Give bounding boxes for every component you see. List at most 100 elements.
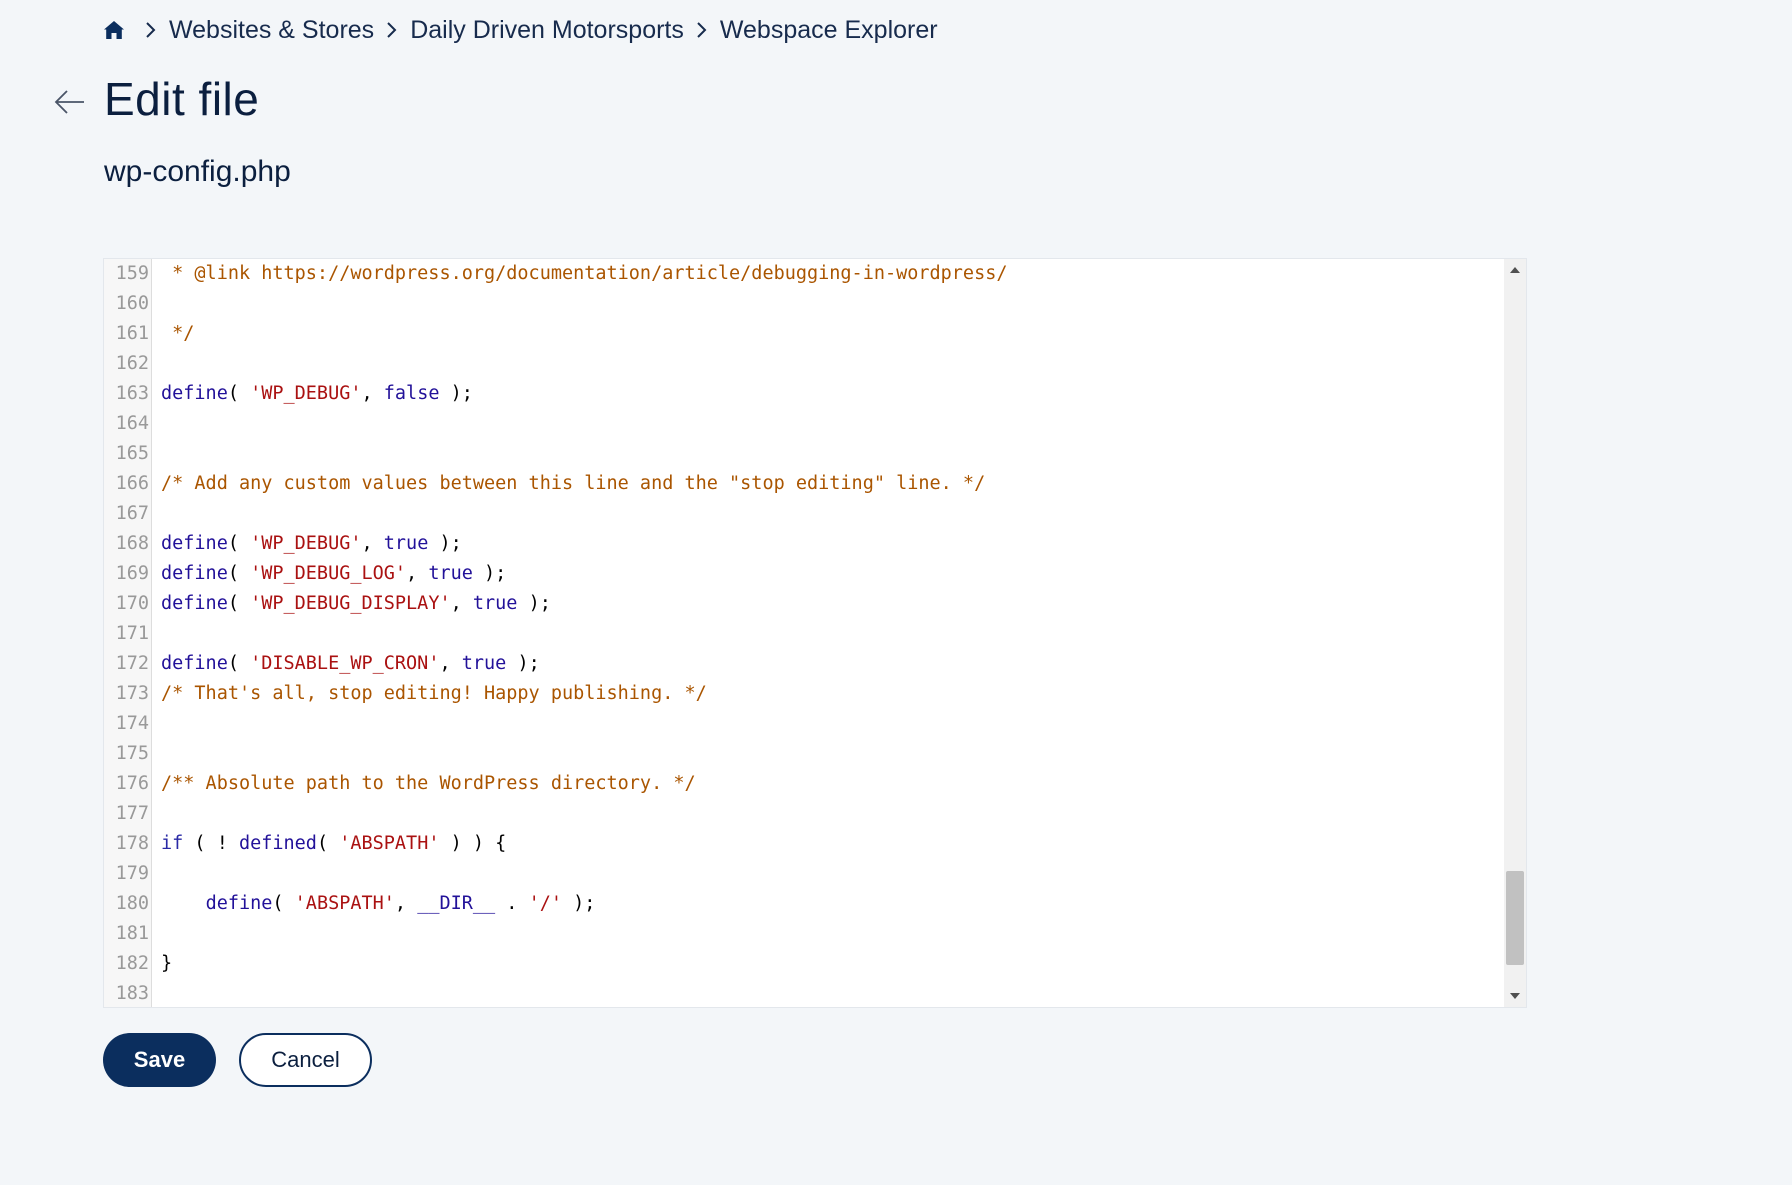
code-line[interactable]: 175: [104, 739, 1504, 769]
code-token: );: [562, 893, 596, 914]
code-token: /* Add any custom values between this li…: [161, 473, 986, 494]
code-text: * @link https://wordpress.org/documentat…: [156, 259, 1007, 289]
line-number: 168: [115, 533, 149, 554]
code-text: */: [156, 319, 194, 349]
code-line[interactable]: 165: [104, 439, 1504, 469]
save-button[interactable]: Save: [103, 1033, 216, 1087]
line-number: 170: [115, 593, 149, 614]
line-number: 167: [115, 503, 149, 524]
code-line[interactable]: 161 */: [104, 319, 1504, 349]
line-number: 166: [115, 473, 149, 494]
code-token: ( !: [183, 833, 239, 854]
code-text: define( 'WP_DEBUG', true );: [156, 529, 462, 559]
code-token: 'ABSPATH': [339, 833, 440, 854]
code-line[interactable]: 167: [104, 499, 1504, 529]
code-text: define( 'WP_DEBUG_LOG', true );: [156, 559, 506, 589]
triangle-up-icon[interactable]: [1504, 259, 1526, 281]
code-text: /* Add any custom values between this li…: [156, 469, 985, 499]
code-line[interactable]: 168 define( 'WP_DEBUG', true );: [104, 529, 1504, 559]
code-editor[interactable]: 159 * @link https://wordpress.org/docume…: [103, 258, 1527, 1008]
scrollbar-thumb[interactable]: [1506, 871, 1524, 965]
code-token: true: [383, 533, 429, 554]
line-number: 178: [115, 833, 149, 854]
code-text: define( 'WP_DEBUG_DISPLAY', true );: [156, 589, 551, 619]
code-token: define: [161, 533, 228, 554]
line-number: 176: [115, 773, 149, 794]
code-token: 'WP_DEBUG_LOG': [250, 563, 407, 584]
code-token: (: [227, 593, 251, 614]
code-lines[interactable]: 159 * @link https://wordpress.org/docume…: [104, 259, 1504, 1007]
triangle-down-icon[interactable]: [1504, 985, 1526, 1007]
code-text: /* That's all, stop editing! Happy publi…: [156, 679, 707, 709]
cancel-button[interactable]: Cancel: [239, 1033, 372, 1087]
code-line[interactable]: 176 /** Absolute path to the WordPress di…: [104, 769, 1504, 799]
breadcrumb-item-webspace-explorer[interactable]: Webspace Explorer: [720, 16, 938, 45]
code-text: if ( ! defined( 'ABSPATH' ) ) {: [156, 829, 506, 859]
breadcrumb: Websites & Stores Daily Driven Motorspor…: [101, 14, 938, 46]
code-token: if: [161, 833, 184, 854]
code-token: (: [227, 653, 251, 674]
code-token: 'WP_DEBUG': [250, 383, 362, 404]
code-line[interactable]: 177: [104, 799, 1504, 829]
code-line[interactable]: 166 /* Add any custom values between this…: [104, 469, 1504, 499]
code-token: ,: [439, 653, 462, 674]
code-line[interactable]: 174: [104, 709, 1504, 739]
code-token: ,: [450, 593, 473, 614]
code-token: );: [439, 383, 473, 404]
line-number: 163: [115, 383, 149, 404]
code-text: /** Absolute path to the WordPress direc…: [156, 769, 696, 799]
chevron-right-icon: [688, 16, 716, 44]
code-token: .: [495, 893, 529, 914]
code-token: );: [428, 533, 462, 554]
code-token: define: [161, 383, 228, 404]
code-token: */: [161, 323, 195, 344]
code-line[interactable]: 181: [104, 919, 1504, 949]
code-line[interactable]: 178 if ( ! defined( 'ABSPATH' ) ) {: [104, 829, 1504, 859]
code-text: }: [156, 949, 172, 979]
line-number: 173: [115, 683, 149, 704]
code-line[interactable]: 163 define( 'WP_DEBUG', false );: [104, 379, 1504, 409]
code-token: * @link https://wordpress.org/documentat…: [161, 263, 1008, 284]
breadcrumb-item-site[interactable]: Daily Driven Motorsports: [410, 16, 684, 45]
code-line[interactable]: 171: [104, 619, 1504, 649]
home-icon[interactable]: [101, 17, 127, 43]
code-line[interactable]: 182}: [104, 949, 1504, 979]
code-line[interactable]: 180 define( 'ABSPATH', __DIR__ . '/' );: [104, 889, 1504, 919]
arrow-left-icon[interactable]: [52, 84, 92, 120]
line-number: 179: [115, 863, 149, 884]
editor-scrollbar[interactable]: [1504, 259, 1526, 1007]
file-name: wp-config.php: [104, 155, 291, 188]
code-token: (: [227, 383, 251, 404]
code-token: );: [517, 593, 551, 614]
code-line[interactable]: 172 define( 'DISABLE_WP_CRON', true );: [104, 649, 1504, 679]
code-token: defined: [238, 833, 317, 854]
line-number: 174: [115, 713, 149, 734]
code-line[interactable]: 169 define( 'WP_DEBUG_LOG', true );: [104, 559, 1504, 589]
code-line[interactable]: 183: [104, 979, 1504, 1007]
code-line[interactable]: 164: [104, 409, 1504, 439]
code-line[interactable]: 170 define( 'WP_DEBUG_DISPLAY', true );: [104, 589, 1504, 619]
breadcrumb-item-websites-stores[interactable]: Websites & Stores: [169, 16, 374, 45]
code-line[interactable]: 173 /* That's all, stop editing! Happy pu…: [104, 679, 1504, 709]
code-token: true: [428, 563, 473, 584]
code-token: (: [316, 833, 340, 854]
code-token: ,: [361, 383, 384, 404]
code-token: true: [472, 593, 518, 614]
line-number: 169: [115, 563, 149, 584]
line-number: 182: [115, 953, 149, 974]
line-number: 181: [115, 923, 149, 944]
code-line[interactable]: 179: [104, 859, 1504, 889]
code-line[interactable]: 159 * @link https://wordpress.org/docume…: [104, 259, 1504, 289]
code-line[interactable]: 162: [104, 349, 1504, 379]
code-line[interactable]: 160: [104, 289, 1504, 319]
code-token: ,: [361, 533, 384, 554]
home-icon: [104, 21, 124, 39]
code-token: (: [272, 893, 295, 914]
